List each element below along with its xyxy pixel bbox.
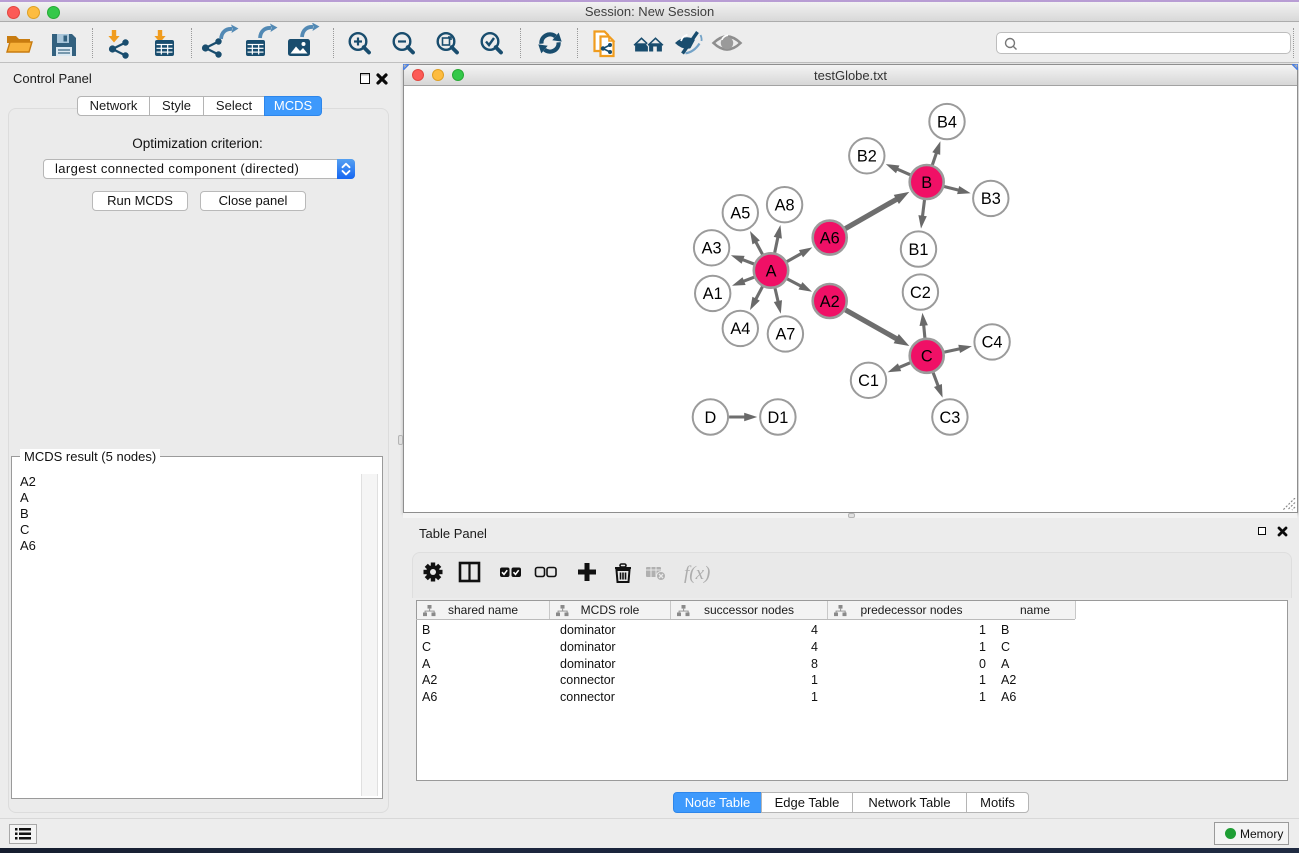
svg-text:C4: C4 xyxy=(982,334,1003,352)
svg-text:B3: B3 xyxy=(981,190,1001,208)
svg-text:A4: A4 xyxy=(730,320,750,338)
svg-text:B: B xyxy=(921,174,932,192)
svg-text:C3: C3 xyxy=(939,409,960,427)
svg-text:B1: B1 xyxy=(909,241,929,259)
svg-text:B4: B4 xyxy=(937,113,957,131)
svg-text:D: D xyxy=(705,409,717,427)
svg-text:C1: C1 xyxy=(858,372,879,390)
svg-text:B2: B2 xyxy=(857,148,877,166)
svg-text:D1: D1 xyxy=(767,409,788,427)
svg-text:A5: A5 xyxy=(730,205,750,223)
svg-text:A7: A7 xyxy=(775,326,795,344)
svg-text:C: C xyxy=(921,348,933,366)
svg-text:A2: A2 xyxy=(820,293,840,311)
svg-text:A: A xyxy=(766,262,777,280)
svg-text:C2: C2 xyxy=(910,284,931,302)
svg-text:A8: A8 xyxy=(775,197,795,215)
svg-text:A6: A6 xyxy=(820,229,840,247)
svg-text:A3: A3 xyxy=(702,240,722,258)
svg-text:A1: A1 xyxy=(703,285,723,303)
svg-text:f(x): f(x) xyxy=(684,563,710,584)
